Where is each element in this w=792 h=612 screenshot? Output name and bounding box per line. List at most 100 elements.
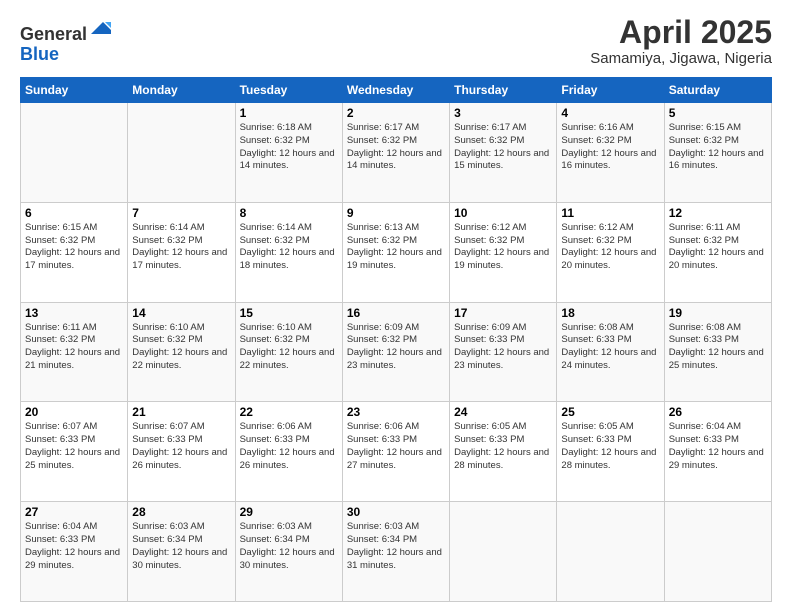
calendar-cell	[21, 103, 128, 203]
day-number: 23	[347, 405, 445, 419]
day-number: 16	[347, 306, 445, 320]
day-number: 4	[561, 106, 659, 120]
day-info: Sunrise: 6:08 AM Sunset: 6:33 PM Dayligh…	[669, 322, 767, 373]
weekday-header-tuesday: Tuesday	[235, 78, 342, 103]
day-info: Sunrise: 6:03 AM Sunset: 6:34 PM Dayligh…	[347, 521, 445, 572]
calendar-cell: 3 Sunrise: 6:17 AM Sunset: 6:32 PM Daylig…	[450, 103, 557, 203]
logo-blue: Blue	[20, 45, 113, 65]
day-info: Sunrise: 6:03 AM Sunset: 6:34 PM Dayligh…	[240, 521, 338, 572]
day-number: 14	[132, 306, 230, 320]
logo-icon	[89, 16, 113, 40]
calendar-header-row: SundayMondayTuesdayWednesdayThursdayFrid…	[21, 78, 772, 103]
day-info: Sunrise: 6:10 AM Sunset: 6:32 PM Dayligh…	[240, 322, 338, 373]
day-number: 11	[561, 206, 659, 220]
calendar-cell: 1 Sunrise: 6:18 AM Sunset: 6:32 PM Daylig…	[235, 103, 342, 203]
day-info: Sunrise: 6:15 AM Sunset: 6:32 PM Dayligh…	[25, 222, 123, 273]
calendar-cell: 17 Sunrise: 6:09 AM Sunset: 6:33 PM Dayli…	[450, 302, 557, 402]
calendar-cell: 4Sunrise: 6:16 AM Sunset: 6:32 PM Daylig…	[557, 103, 664, 203]
calendar-cell: 20Sunrise: 6:07 AM Sunset: 6:33 PM Dayli…	[21, 402, 128, 502]
calendar-cell: 15Sunrise: 6:10 AM Sunset: 6:32 PM Dayli…	[235, 302, 342, 402]
day-info: Sunrise: 6:13 AM Sunset: 6:32 PM Dayligh…	[347, 222, 445, 273]
day-number: 26	[669, 405, 767, 419]
calendar-cell: 14 Sunrise: 6:10 AM Sunset: 6:32 PM Dayli…	[128, 302, 235, 402]
weekday-header-saturday: Saturday	[664, 78, 771, 103]
calendar-cell: 28Sunrise: 6:03 AM Sunset: 6:34 PM Dayli…	[128, 502, 235, 602]
day-info: Sunrise: 6:11 AM Sunset: 6:32 PM Dayligh…	[25, 322, 123, 373]
calendar-cell	[450, 502, 557, 602]
day-info: Sunrise: 6:15 AM Sunset: 6:32 PM Dayligh…	[669, 122, 767, 173]
calendar-cell: 8Sunrise: 6:14 AM Sunset: 6:32 PM Daylig…	[235, 202, 342, 302]
day-info: Sunrise: 6:12 AM Sunset: 6:32 PM Dayligh…	[454, 222, 552, 273]
location-title: Samamiya, Jigawa, Nigeria	[590, 50, 772, 67]
day-number: 28	[132, 505, 230, 519]
calendar-cell: 21 Sunrise: 6:07 AM Sunset: 6:33 PM Dayli…	[128, 402, 235, 502]
calendar-cell: 2 Sunrise: 6:17 AM Sunset: 6:32 PM Daylig…	[342, 103, 449, 203]
day-info: Sunrise: 6:11 AM Sunset: 6:32 PM Dayligh…	[669, 222, 767, 273]
day-number: 30	[347, 505, 445, 519]
day-number: 5	[669, 106, 767, 120]
calendar-cell: 5 Sunrise: 6:15 AM Sunset: 6:32 PM Daylig…	[664, 103, 771, 203]
top-header: General Blue April 2025 Samamiya, Jigawa…	[20, 16, 772, 67]
day-info: Sunrise: 6:14 AM Sunset: 6:32 PM Dayligh…	[132, 222, 230, 273]
calendar-cell: 19 Sunrise: 6:08 AM Sunset: 6:33 PM Dayli…	[664, 302, 771, 402]
day-info: Sunrise: 6:04 AM Sunset: 6:33 PM Dayligh…	[25, 521, 123, 572]
day-info: Sunrise: 6:18 AM Sunset: 6:32 PM Dayligh…	[240, 122, 338, 173]
calendar-cell: 29 Sunrise: 6:03 AM Sunset: 6:34 PM Dayli…	[235, 502, 342, 602]
day-info: Sunrise: 6:05 AM Sunset: 6:33 PM Dayligh…	[561, 421, 659, 472]
day-info: Sunrise: 6:09 AM Sunset: 6:33 PM Dayligh…	[454, 322, 552, 373]
calendar-week-5: 27 Sunrise: 6:04 AM Sunset: 6:33 PM Dayli…	[21, 502, 772, 602]
day-info: Sunrise: 6:05 AM Sunset: 6:33 PM Dayligh…	[454, 421, 552, 472]
day-info: Sunrise: 6:08 AM Sunset: 6:33 PM Dayligh…	[561, 322, 659, 373]
day-number: 2	[347, 106, 445, 120]
day-info: Sunrise: 6:06 AM Sunset: 6:33 PM Dayligh…	[347, 421, 445, 472]
day-number: 24	[454, 405, 552, 419]
day-number: 22	[240, 405, 338, 419]
logo-text: General	[20, 16, 113, 45]
day-number: 9	[347, 206, 445, 220]
calendar-cell: 7 Sunrise: 6:14 AM Sunset: 6:32 PM Daylig…	[128, 202, 235, 302]
day-number: 7	[132, 206, 230, 220]
calendar-cell: 13 Sunrise: 6:11 AM Sunset: 6:32 PM Dayli…	[21, 302, 128, 402]
day-number: 21	[132, 405, 230, 419]
weekday-header-thursday: Thursday	[450, 78, 557, 103]
day-number: 13	[25, 306, 123, 320]
day-info: Sunrise: 6:10 AM Sunset: 6:32 PM Dayligh…	[132, 322, 230, 373]
day-number: 6	[25, 206, 123, 220]
logo-area: General Blue	[20, 16, 113, 65]
day-info: Sunrise: 6:07 AM Sunset: 6:33 PM Dayligh…	[132, 421, 230, 472]
day-number: 18	[561, 306, 659, 320]
calendar-cell: 22 Sunrise: 6:06 AM Sunset: 6:33 PM Dayli…	[235, 402, 342, 502]
calendar-cell: 6 Sunrise: 6:15 AM Sunset: 6:32 PM Daylig…	[21, 202, 128, 302]
logo-general: General	[20, 24, 87, 44]
calendar-cell: 27 Sunrise: 6:04 AM Sunset: 6:33 PM Dayli…	[21, 502, 128, 602]
day-info: Sunrise: 6:06 AM Sunset: 6:33 PM Dayligh…	[240, 421, 338, 472]
calendar-table: SundayMondayTuesdayWednesdayThursdayFrid…	[20, 77, 772, 602]
calendar-week-2: 6 Sunrise: 6:15 AM Sunset: 6:32 PM Daylig…	[21, 202, 772, 302]
title-area: April 2025 Samamiya, Jigawa, Nigeria	[590, 16, 772, 67]
day-number: 3	[454, 106, 552, 120]
calendar-cell: 30 Sunrise: 6:03 AM Sunset: 6:34 PM Dayli…	[342, 502, 449, 602]
day-number: 27	[25, 505, 123, 519]
calendar-cell: 23 Sunrise: 6:06 AM Sunset: 6:33 PM Dayli…	[342, 402, 449, 502]
calendar-cell: 18 Sunrise: 6:08 AM Sunset: 6:33 PM Dayli…	[557, 302, 664, 402]
calendar-cell: 12Sunrise: 6:11 AM Sunset: 6:32 PM Dayli…	[664, 202, 771, 302]
day-info: Sunrise: 6:04 AM Sunset: 6:33 PM Dayligh…	[669, 421, 767, 472]
day-info: Sunrise: 6:09 AM Sunset: 6:32 PM Dayligh…	[347, 322, 445, 373]
day-number: 1	[240, 106, 338, 120]
calendar-cell: 25Sunrise: 6:05 AM Sunset: 6:33 PM Dayli…	[557, 402, 664, 502]
weekday-header-wednesday: Wednesday	[342, 78, 449, 103]
weekday-header-monday: Monday	[128, 78, 235, 103]
day-number: 20	[25, 405, 123, 419]
weekday-header-friday: Friday	[557, 78, 664, 103]
calendar-cell: 26 Sunrise: 6:04 AM Sunset: 6:33 PM Dayli…	[664, 402, 771, 502]
day-number: 19	[669, 306, 767, 320]
day-number: 17	[454, 306, 552, 320]
weekday-header-sunday: Sunday	[21, 78, 128, 103]
day-info: Sunrise: 6:12 AM Sunset: 6:32 PM Dayligh…	[561, 222, 659, 273]
day-info: Sunrise: 6:17 AM Sunset: 6:32 PM Dayligh…	[347, 122, 445, 173]
calendar-week-1: 1 Sunrise: 6:18 AM Sunset: 6:32 PM Daylig…	[21, 103, 772, 203]
calendar-cell	[128, 103, 235, 203]
day-number: 29	[240, 505, 338, 519]
calendar-cell: 11 Sunrise: 6:12 AM Sunset: 6:32 PM Dayli…	[557, 202, 664, 302]
day-info: Sunrise: 6:17 AM Sunset: 6:32 PM Dayligh…	[454, 122, 552, 173]
